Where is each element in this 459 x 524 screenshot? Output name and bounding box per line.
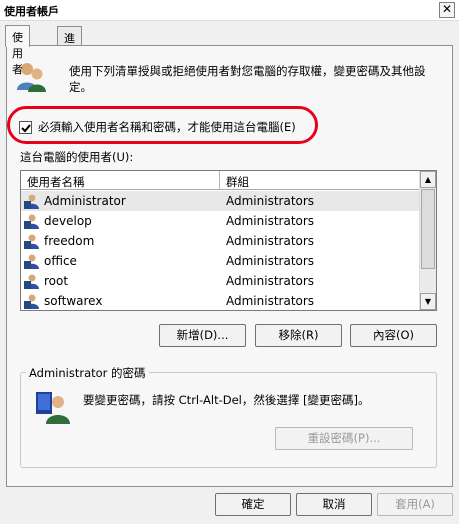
close-button[interactable]: ✕ bbox=[439, 2, 455, 18]
user-name: Administrator bbox=[44, 194, 126, 208]
scroll-down-icon[interactable]: ▼ bbox=[420, 293, 436, 310]
window-title: 使用者帳戶 bbox=[4, 5, 59, 18]
user-group: Administrators bbox=[226, 214, 315, 228]
tab-users[interactable]: 使用者 bbox=[5, 25, 30, 76]
cancel-button[interactable]: 取消 bbox=[296, 493, 372, 516]
user-group: Administrators bbox=[226, 234, 315, 248]
user-group: Administrators bbox=[226, 294, 315, 308]
user-name: softwarex bbox=[44, 294, 103, 308]
require-login-label: 必須輸入使用者名稱和密碼，才能使用這台電腦(E) bbox=[38, 120, 296, 134]
tab-advanced[interactable]: 進階 bbox=[57, 26, 82, 61]
scroll-up-icon[interactable]: ▲ bbox=[420, 171, 436, 188]
user-icon bbox=[24, 213, 40, 232]
vertical-scrollbar[interactable]: ▲ ▼ bbox=[419, 171, 436, 310]
password-instructions: 要變更密碼，請按 Ctrl-Alt-Del，然後選擇 [變更密碼]。 bbox=[83, 393, 370, 407]
password-group-legend: Administrator 的密碼 bbox=[26, 365, 149, 381]
user-icon bbox=[24, 293, 40, 310]
user-name: freedom bbox=[44, 234, 95, 248]
user-name: develop bbox=[44, 214, 92, 228]
close-icon: ✕ bbox=[441, 2, 453, 16]
table-row[interactable]: softwarex Administrators bbox=[21, 291, 420, 310]
require-login-checkbox[interactable] bbox=[19, 120, 32, 134]
apply-button[interactable]: 套用(A) bbox=[377, 493, 453, 516]
user-group: Administrators bbox=[226, 254, 315, 268]
user-icon bbox=[24, 273, 40, 292]
table-row[interactable]: develop Administrators bbox=[21, 211, 420, 231]
remove-user-button[interactable]: 移除(R) bbox=[255, 324, 342, 347]
add-user-button[interactable]: 新增(D)... bbox=[159, 324, 246, 347]
ok-button[interactable]: 確定 bbox=[215, 493, 291, 516]
password-groupbox: Administrator 的密碼 bbox=[20, 365, 437, 468]
properties-button[interactable]: 內容(O) bbox=[350, 324, 437, 347]
list-header: 使用者名稱 群組 bbox=[21, 171, 420, 190]
column-header-group[interactable]: 群組 bbox=[220, 171, 420, 190]
users-list-label: 這台電腦的使用者(U): bbox=[20, 150, 134, 164]
user-group: Administrators bbox=[226, 274, 315, 288]
checkmark-icon bbox=[21, 123, 31, 132]
user-icon bbox=[24, 233, 40, 252]
user-name: office bbox=[44, 254, 77, 268]
user-icon bbox=[24, 253, 40, 272]
reset-password-button[interactable]: 重設密碼(P)... bbox=[275, 427, 413, 450]
user-group: Administrators bbox=[226, 194, 315, 208]
column-header-username[interactable]: 使用者名稱 bbox=[21, 171, 220, 190]
require-login-row[interactable]: 必須輸入使用者名稱和密碼，才能使用這台電腦(E) bbox=[19, 119, 296, 135]
users-listview[interactable]: 使用者名稱 群組 Administrator Administrators de… bbox=[20, 170, 437, 311]
intro-text: 使用下列清單授與或拒絕使用者對您電腦的存取權，變更密碼及其他設定。 bbox=[69, 64, 426, 94]
table-row[interactable]: office Administrators bbox=[21, 251, 420, 271]
user-icon bbox=[24, 193, 40, 212]
user-name: root bbox=[44, 274, 69, 288]
table-row[interactable]: freedom Administrators bbox=[21, 231, 420, 251]
title-bar: 使用者帳戶 ✕ bbox=[0, 0, 459, 21]
user-password-icon bbox=[36, 388, 70, 427]
table-row[interactable]: root Administrators bbox=[21, 271, 420, 291]
table-row[interactable]: Administrator Administrators bbox=[21, 191, 420, 211]
scroll-thumb[interactable] bbox=[421, 189, 435, 269]
